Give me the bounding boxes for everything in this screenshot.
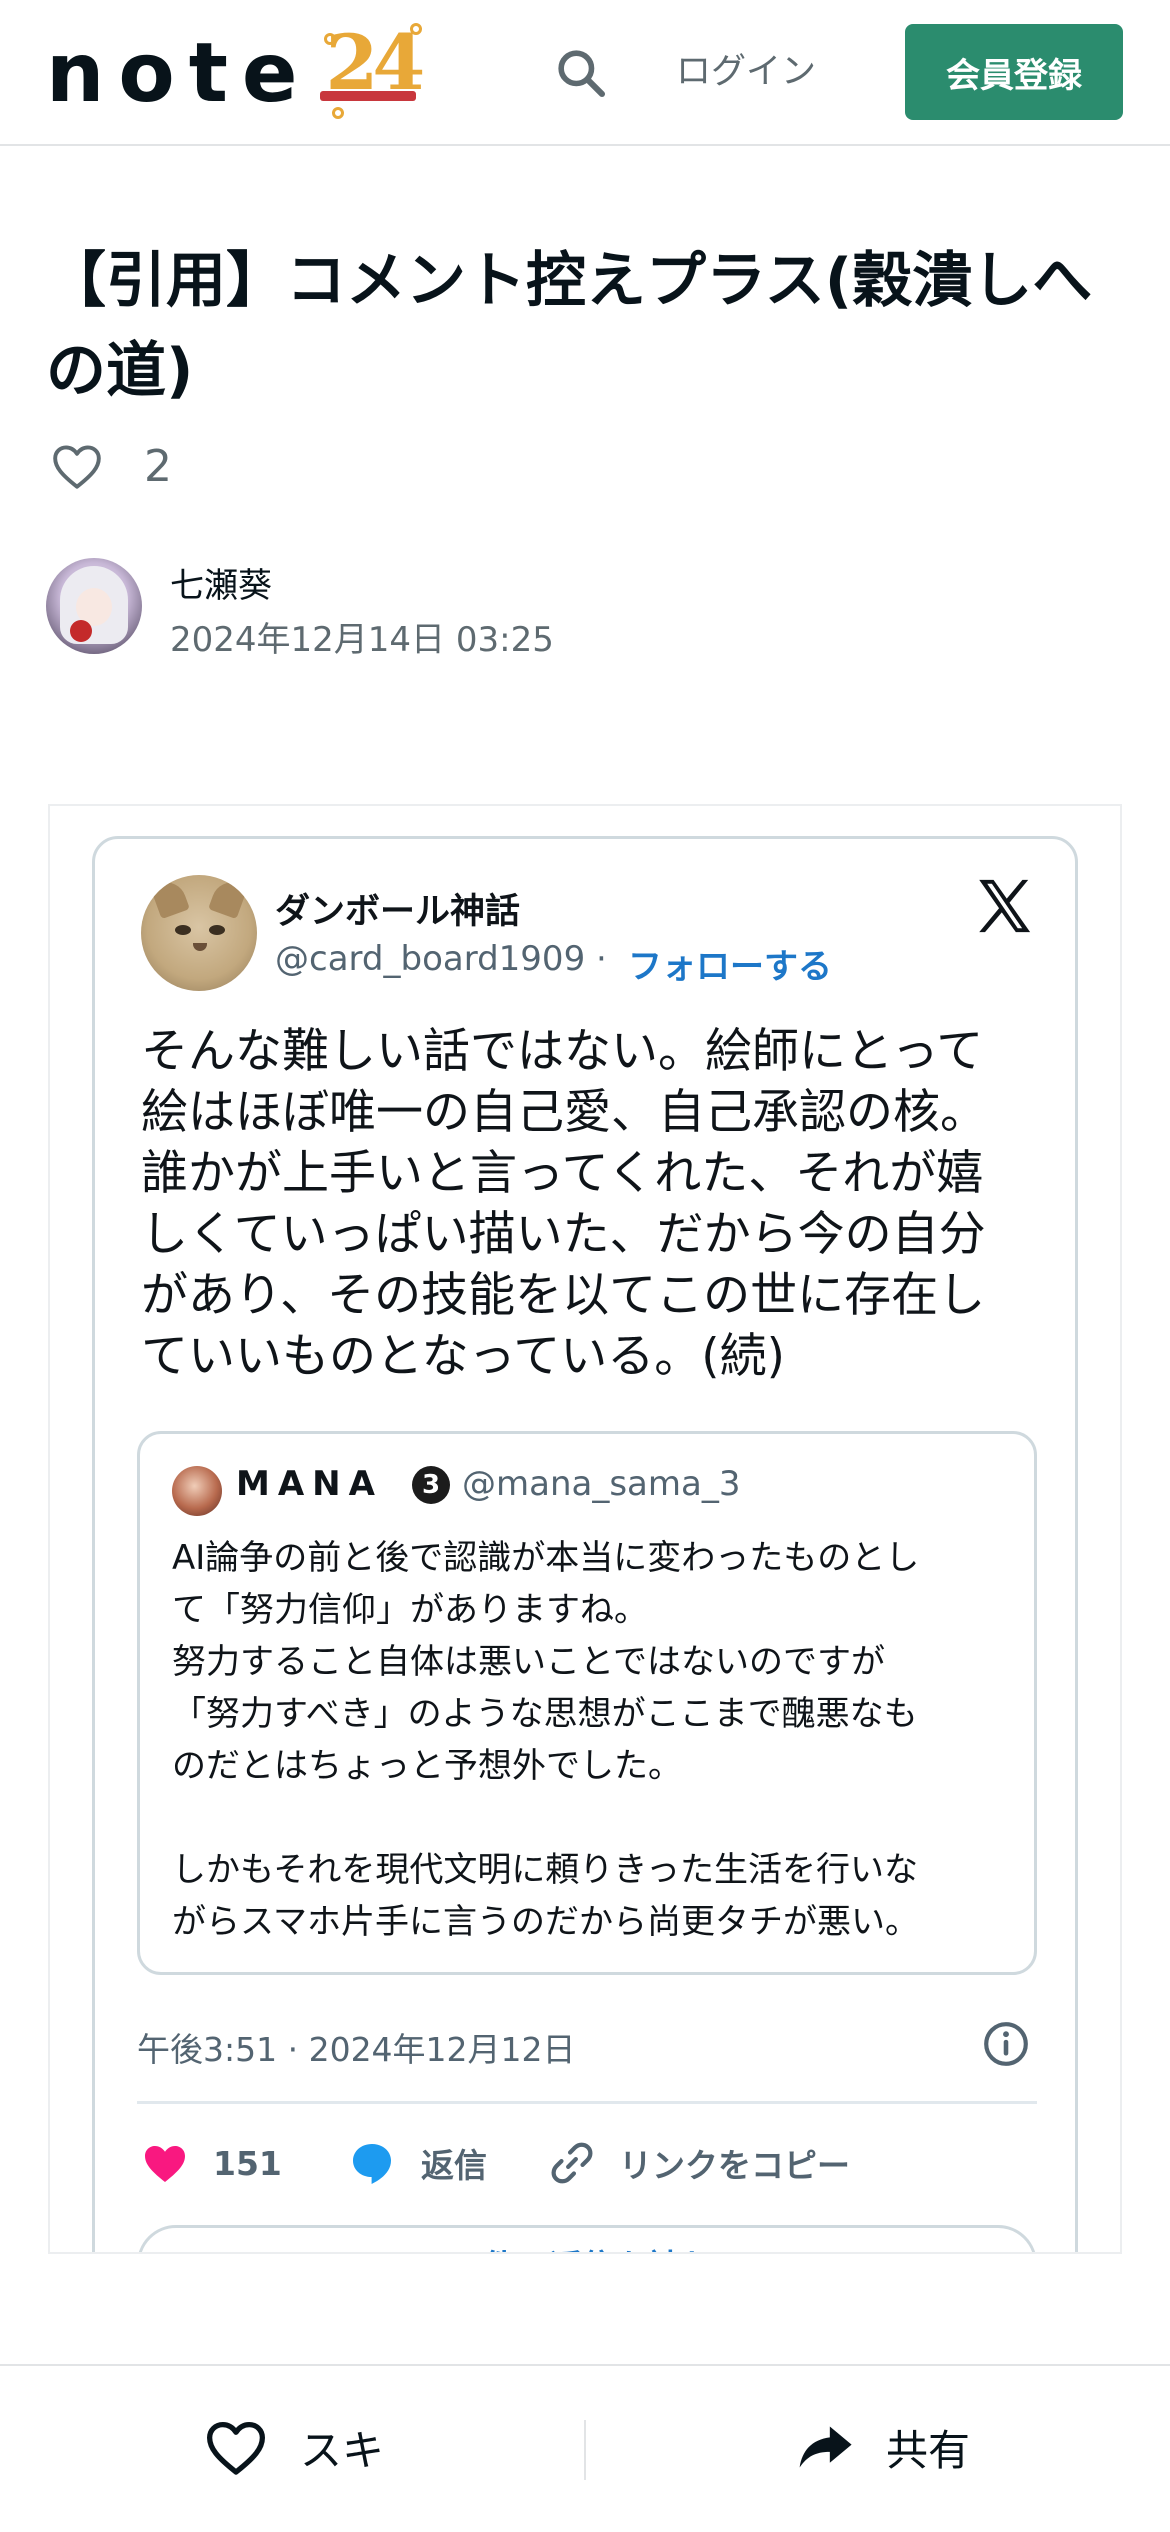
suki-button[interactable]: スキ (204, 2414, 384, 2480)
tweet-author-name[interactable]: ダンボール神話 (275, 883, 520, 934)
divider (137, 2101, 1037, 2104)
heart-outline-icon (207, 2421, 265, 2475)
logo-text: note (46, 26, 312, 121)
quoted-line: のだとはちょっと予想外でした。 (172, 1746, 682, 1786)
tweet-reply-button[interactable]: 返信 (347, 2135, 487, 2191)
search-icon (558, 50, 606, 98)
quoted-line: 「努力すべき」のような思想がここまで醜悪なも (172, 1694, 918, 1734)
quoted-line: AI論争の前と後で認識が本当に変わったものとし (172, 1538, 920, 1578)
tweet-author-handle[interactable]: @card_board1909 · (275, 939, 607, 979)
anniversary-badge: 24 (318, 18, 426, 119)
tweet-line: 絵はほぼ唯一の自己愛、自己承認の核。 (141, 1085, 987, 1140)
tweet-author-avatar[interactable] (141, 875, 257, 991)
share-arrow-icon (799, 2426, 852, 2468)
quoted-line: て「努力信仰」がありますね。 (172, 1590, 648, 1630)
tweet-like-count: 151 (213, 2143, 282, 2183)
tweet-timestamp[interactable]: 午後3:51 · 2024年12月12日 (137, 2023, 576, 2071)
link-icon (551, 2142, 593, 2184)
publish-date: 2024年12月14日 03:25 (170, 620, 554, 660)
copy-link-button[interactable]: リンクをコピー (549, 2135, 850, 2191)
bottom-action-bar: スキ 共有 (0, 2364, 1170, 2532)
suki-label: スキ (300, 2425, 385, 2475)
follow-button[interactable]: フォローする (628, 939, 832, 988)
quoted-author-handle: @mana_sama_3 (462, 1464, 741, 1504)
tweet-line: そんな難しい話ではない。絵師にとって (141, 1024, 984, 1079)
heart-filled-icon (145, 2146, 185, 2182)
article-like-count: 2 (144, 440, 172, 492)
tweet-line: があり、その技能を以てこの世に存在し (141, 1268, 986, 1323)
tweet-body: そんな難しい話ではない。絵師にとって 絵はほぼ唯一の自己愛、自己承認の核。 誰か… (141, 1021, 1041, 1387)
embed-frame: ダンボール神話 @card_board1909 · フォローする そんな難しい話… (48, 804, 1122, 2254)
site-header: note 24 ログイン 会員登録 (0, 0, 1170, 146)
quoted-line (172, 1792, 1012, 1844)
divider (584, 2420, 586, 2480)
share-button[interactable]: 共有 (796, 2414, 970, 2480)
reply-label: 返信 (421, 2146, 487, 2185)
heart-outline-icon (53, 445, 101, 489)
article-likes[interactable]: 2 (50, 438, 172, 494)
author-name[interactable]: 七瀬葵 (170, 558, 272, 607)
number-badge: 3 (412, 1466, 450, 1504)
read-replies-button[interactable]: 6件の返信を読む (137, 2225, 1037, 2252)
info-icon[interactable] (981, 2019, 1031, 2069)
share-label: 共有 (886, 2425, 971, 2475)
signup-button[interactable]: 会員登録 (905, 24, 1123, 120)
quoted-line: がらスマホ片手に言うのだから尚更タチが悪い。 (172, 1902, 919, 1942)
embedded-tweet[interactable]: ダンボール神話 @card_board1909 · フォローする そんな難しい話… (92, 836, 1078, 2252)
login-link[interactable]: ログイン (676, 42, 816, 102)
x-logo-icon[interactable] (971, 873, 1037, 939)
tweet-like-button[interactable]: 151 (141, 2135, 282, 2191)
tweet-line: ていいものとなっている。(続) (141, 1329, 785, 1384)
quoted-line: しかもそれを現代文明に頼りきった生活を行いな (172, 1850, 918, 1890)
quoted-line: 努力すること自体は悪いことではないのですが (172, 1642, 885, 1682)
anniversary-number: 24 (325, 18, 426, 107)
note-logo[interactable]: note 24 (46, 23, 426, 121)
author-avatar[interactable] (46, 558, 142, 654)
quoted-tweet-body: AI論争の前と後で認識が本当に変わったものとし て「努力信仰」がありますね。 努… (172, 1532, 1012, 1948)
copy-link-label: リンクをコピー (619, 2146, 850, 2185)
tweet-line: しくていっぱい描いた、だから今の自分 (141, 1207, 986, 1262)
article-title: 【引用】コメント控えプラス(穀潰しへの道) (46, 246, 1093, 406)
tweet-line: 誰かが上手いと言ってくれた、それが嬉 (141, 1146, 984, 1201)
quoted-tweet[interactable]: MANA 3 @mana_sama_3 AI論争の前と後で認識が本当に変わったも… (137, 1431, 1037, 1975)
quoted-author-name: MANA (236, 1464, 383, 1504)
speech-bubble-icon (353, 2144, 391, 2184)
search-button[interactable] (546, 38, 616, 108)
quoted-author-avatar (172, 1466, 222, 1516)
